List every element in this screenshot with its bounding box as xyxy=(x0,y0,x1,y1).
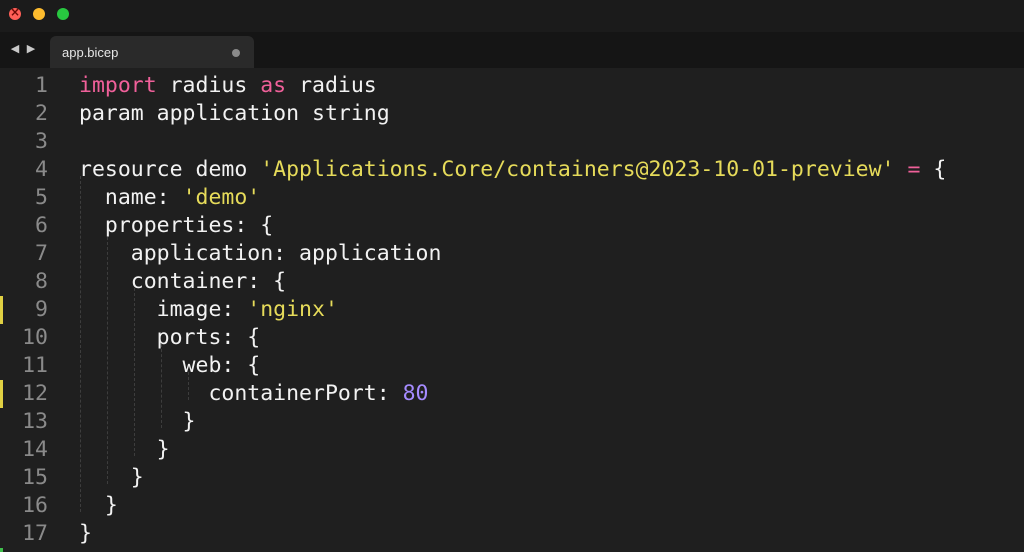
code-text: containerPort: 80 xyxy=(79,380,429,408)
code-token: container: { xyxy=(79,269,287,294)
code-token: name: xyxy=(79,185,183,210)
line-number: 1 xyxy=(35,73,48,98)
code-text: } xyxy=(79,520,92,548)
line-number: 16 xyxy=(22,493,48,518)
code-editor[interactable]: 1 import radius as radius 2 param applicati… xyxy=(0,68,1024,552)
code-text: image: 'nginx' xyxy=(79,296,338,324)
code-text: name: 'demo' xyxy=(79,184,260,212)
line-number: 5 xyxy=(35,185,48,210)
string-token: 'demo' xyxy=(182,185,261,210)
string-token: 'Applications.Core/containers@2023-10-01… xyxy=(260,157,895,182)
code-token: } xyxy=(79,521,92,546)
code-token: web: { xyxy=(79,353,261,378)
code-text: application: application xyxy=(79,240,442,268)
tab-label: app.bicep xyxy=(62,45,119,60)
code-line[interactable]: 14 } xyxy=(0,436,1024,464)
code-token: } xyxy=(79,465,144,490)
code-token: } xyxy=(79,409,196,434)
line-number: 11 xyxy=(22,353,48,378)
code-line[interactable]: 6 properties: { xyxy=(0,212,1024,240)
keyword-token: import xyxy=(79,73,157,98)
code-line[interactable]: 4 resource demo 'Applications.Core/contai… xyxy=(0,156,1024,184)
line-number: 8 xyxy=(35,269,48,294)
code-line[interactable]: 15 } xyxy=(0,464,1024,492)
code-token: radius xyxy=(156,73,261,98)
line-number: 10 xyxy=(22,325,48,350)
zoom-window-button[interactable] xyxy=(57,8,69,20)
line-number: 12 xyxy=(22,381,48,406)
line-number: 3 xyxy=(35,129,48,154)
line-number: 9 xyxy=(35,297,48,322)
code-line[interactable]: 13 } xyxy=(0,408,1024,436)
code-line[interactable]: 12 containerPort: 80 xyxy=(0,380,1024,408)
line-number: 18 xyxy=(0,548,48,552)
line-number: 4 xyxy=(35,157,48,182)
back-arrow-icon[interactable]: ◀ xyxy=(9,42,21,55)
code-token: ports: { xyxy=(79,325,261,350)
minimize-window-button[interactable] xyxy=(33,8,45,20)
code-line[interactable]: 17} xyxy=(0,520,1024,548)
line-number: 17 xyxy=(22,521,48,546)
code-text: } xyxy=(79,492,118,520)
line-number: 6 xyxy=(35,213,48,238)
code-token: radius xyxy=(286,73,377,98)
code-token: image: xyxy=(79,297,248,322)
keyword-token: as xyxy=(260,73,287,98)
code-token: resource demo xyxy=(79,157,261,182)
line-number: 2 xyxy=(35,101,48,126)
line-number: 14 xyxy=(22,437,48,462)
code-line[interactable]: 7 application: application xyxy=(0,240,1024,268)
unsaved-dot-icon[interactable] xyxy=(232,49,240,57)
code-text: } xyxy=(79,464,144,492)
code-token: properties: { xyxy=(79,213,274,238)
code-line[interactable]: 1 import radius as radius xyxy=(0,72,1024,100)
number-token: 80 xyxy=(402,381,429,406)
close-window-button[interactable] xyxy=(9,5,21,20)
code-token: } xyxy=(79,437,170,462)
code-token: } xyxy=(79,493,118,518)
code-token: { xyxy=(920,157,947,182)
code-line[interactable]: 18 xyxy=(0,548,1024,552)
code-text: web: { xyxy=(79,352,261,380)
forward-arrow-icon[interactable]: ▶ xyxy=(25,42,37,55)
code-text: container: { xyxy=(79,268,286,296)
tab-app-bicep[interactable]: app.bicep xyxy=(50,36,254,68)
code-line[interactable]: 9 image: 'nginx' xyxy=(0,296,1024,324)
title-bar xyxy=(0,0,1024,32)
code-text: resource demo 'Applications.Core/contain… xyxy=(79,156,946,184)
code-line[interactable]: 5 name: 'demo' xyxy=(0,184,1024,212)
code-token: containerPort: xyxy=(79,381,403,406)
code-line[interactable]: 10 ports: { xyxy=(0,324,1024,352)
code-text: param application string xyxy=(79,100,390,128)
line-number: 13 xyxy=(22,409,48,434)
code-text: properties: { xyxy=(79,212,273,240)
code-text: } xyxy=(79,436,170,464)
code-token: param application string xyxy=(79,101,390,126)
code-text: ports: { xyxy=(79,324,261,352)
keyword-token: = xyxy=(907,157,921,182)
code-line[interactable]: 3 xyxy=(0,128,1024,156)
code-line[interactable]: 2 param application string xyxy=(0,100,1024,128)
code-text: } xyxy=(79,408,196,436)
code-line[interactable]: 11 web: { xyxy=(0,352,1024,380)
tab-bar: ◀ ▶ app.bicep xyxy=(0,32,1024,68)
nav-arrows: ◀ ▶ xyxy=(9,42,37,55)
string-token: 'nginx' xyxy=(247,297,338,322)
code-text: import radius as radius xyxy=(79,72,377,100)
code-line[interactable]: 16 } xyxy=(0,492,1024,520)
line-number: 7 xyxy=(35,241,48,266)
code-line[interactable]: 8 container: { xyxy=(0,268,1024,296)
line-number: 15 xyxy=(22,465,48,490)
code-token: application: application xyxy=(79,241,442,266)
